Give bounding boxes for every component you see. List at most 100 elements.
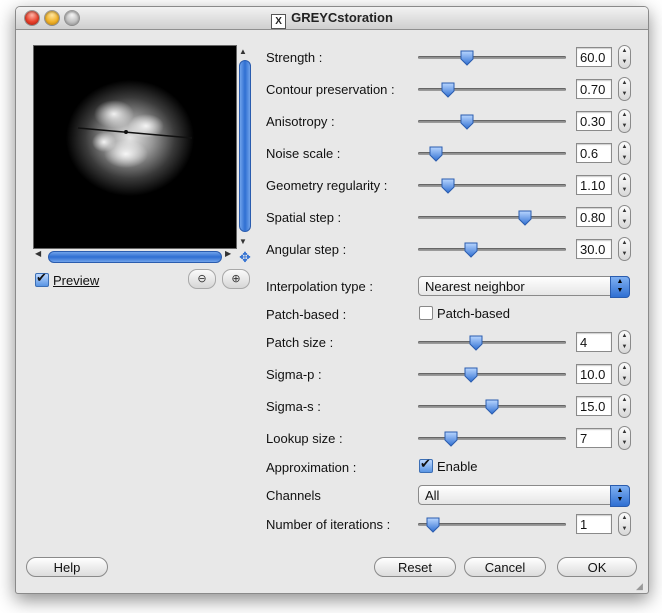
slider-thumb[interactable]	[440, 82, 456, 98]
geometry-slider[interactable]	[418, 177, 566, 195]
anisotropy-value-field[interactable]: 0.30	[576, 111, 612, 131]
noise-scale-value-field[interactable]: 0.6	[576, 143, 612, 163]
strength-stepper[interactable]: ▲ ▼	[618, 45, 631, 69]
slider-thumb[interactable]	[468, 335, 484, 351]
slider-thumb[interactable]	[517, 210, 533, 226]
sigma-p-slider[interactable]	[418, 366, 566, 384]
patch-based-toggle[interactable]: Patch-based	[419, 306, 510, 321]
angular-step-value-field[interactable]: 30.0	[576, 239, 612, 259]
help-button[interactable]: Help	[26, 557, 108, 577]
anisotropy-slider[interactable]	[418, 113, 566, 131]
contour-slider[interactable]	[418, 81, 566, 99]
slider-track[interactable]	[418, 56, 566, 59]
slider-thumb[interactable]	[440, 178, 456, 194]
reset-button[interactable]: Reset	[374, 557, 456, 577]
strength-slider[interactable]	[418, 49, 566, 67]
sigma-s-value-field[interactable]: 15.0	[576, 396, 612, 416]
slider-track[interactable]	[418, 120, 566, 123]
patch-size-slider[interactable]	[418, 334, 566, 352]
sigma-p-value-field[interactable]: 10.0	[576, 364, 612, 384]
approximation-checkbox[interactable]	[419, 456, 433, 473]
iterations-label: Number of iterations :	[266, 517, 391, 532]
preview-checkbox-label: Preview	[53, 273, 100, 288]
scroll-down-arrow-icon[interactable]: ▼	[239, 237, 247, 246]
lookup-size-slider[interactable]	[418, 430, 566, 448]
patch-based-checkbox-label: Patch-based	[437, 306, 510, 321]
iterations-slider[interactable]	[418, 516, 566, 534]
navigate-move-icon[interactable]: ✥	[237, 249, 253, 265]
sigma-p-stepper[interactable]: ▲ ▼	[618, 362, 631, 386]
noise-scale-label: Noise scale :	[266, 146, 341, 161]
spatial-step-value-field[interactable]: 0.80	[576, 207, 612, 227]
channels-select[interactable]: All ▲ ▼	[418, 485, 630, 507]
iterations-value-field[interactable]: 1	[576, 514, 612, 534]
noise-scale-slider[interactable]	[418, 145, 566, 163]
strength-value-field[interactable]: 60.0	[576, 47, 612, 67]
iterations-stepper[interactable]: ▲ ▼	[618, 512, 631, 536]
sigma-s-label: Sigma-s :	[266, 399, 321, 414]
approximation-checkbox-label: Enable	[437, 459, 478, 474]
slider-thumb[interactable]	[463, 242, 479, 258]
slider-track[interactable]	[418, 373, 566, 376]
angular-step-stepper[interactable]: ▲ ▼	[618, 237, 631, 261]
sigma-s-slider[interactable]	[418, 398, 566, 416]
scroll-left-arrow-icon[interactable]: ◀	[35, 249, 41, 258]
preview-vertical-scrollbar[interactable]: ▲ ▼	[237, 45, 251, 249]
contour-value-field[interactable]: 0.70	[576, 79, 612, 99]
lookup-size-value-field[interactable]: 7	[576, 428, 612, 448]
vertical-scroll-thumb[interactable]	[239, 60, 251, 232]
slider-track[interactable]	[418, 216, 566, 219]
slider-track[interactable]	[418, 248, 566, 251]
scroll-right-arrow-icon[interactable]: ▶	[225, 249, 231, 258]
x11-app-icon: X	[271, 14, 287, 29]
title-bar: X GREYCstoration	[16, 7, 648, 30]
preview-checkbox[interactable]	[35, 270, 49, 287]
approximation-toggle[interactable]: Enable	[419, 456, 478, 474]
geometry-stepper[interactable]: ▲ ▼	[618, 173, 631, 197]
geometry-value-field[interactable]: 1.10	[576, 175, 612, 195]
slider-thumb[interactable]	[463, 367, 479, 383]
preview-image[interactable]	[33, 45, 237, 249]
patch-based-checkbox[interactable]	[419, 306, 433, 320]
patch-size-value-field[interactable]: 4	[576, 332, 612, 352]
spatial-step-label: Spatial step :	[266, 210, 342, 225]
slider-track[interactable]	[418, 437, 566, 440]
angular-step-slider[interactable]	[418, 241, 566, 259]
contour-stepper[interactable]: ▲ ▼	[618, 77, 631, 101]
resize-grip-icon[interactable]: ◢	[636, 581, 646, 591]
slider-thumb[interactable]	[459, 50, 475, 66]
contour-label: Contour preservation :	[266, 82, 395, 97]
interpolation-type-label: Interpolation type :	[266, 279, 373, 294]
zoom-out-button[interactable]: ⊖	[188, 269, 216, 289]
sigma-p-label: Sigma-p :	[266, 367, 322, 382]
zoom-in-button[interactable]: ⊕	[222, 269, 250, 289]
preview-horizontal-scrollbar[interactable]: ◀ ▶	[33, 249, 237, 263]
spatial-step-slider[interactable]	[418, 209, 566, 227]
slider-thumb[interactable]	[443, 431, 459, 447]
zoom-in-icon: ⊕	[231, 273, 241, 285]
scroll-up-arrow-icon[interactable]: ▲	[239, 47, 247, 56]
spatial-step-stepper[interactable]: ▲ ▼	[618, 205, 631, 229]
ok-button[interactable]: OK	[557, 557, 637, 577]
zoom-out-icon: ⊖	[197, 273, 207, 285]
horizontal-scroll-thumb[interactable]	[48, 251, 222, 263]
slider-thumb[interactable]	[484, 399, 500, 415]
window-title: GREYCstoration	[291, 10, 393, 25]
lookup-size-stepper[interactable]: ▲ ▼	[618, 426, 631, 450]
preview-toggle[interactable]: Preview	[35, 270, 100, 288]
interpolation-type-select[interactable]: Nearest neighbor ▲ ▼	[418, 276, 630, 298]
geometry-label: Geometry regularity :	[266, 178, 388, 193]
anisotropy-stepper[interactable]: ▲ ▼	[618, 109, 631, 133]
approximation-label: Approximation :	[266, 460, 357, 475]
angular-step-label: Angular step :	[266, 242, 347, 257]
slider-thumb[interactable]	[425, 517, 441, 533]
cancel-button[interactable]: Cancel	[464, 557, 546, 577]
slider-thumb[interactable]	[459, 114, 475, 130]
channels-label: Channels	[266, 488, 321, 503]
slider-thumb[interactable]	[428, 146, 444, 162]
strength-label: Strength :	[266, 50, 323, 65]
slider-track[interactable]	[418, 341, 566, 344]
noise-scale-stepper[interactable]: ▲ ▼	[618, 141, 631, 165]
patch-size-stepper[interactable]: ▲ ▼	[618, 330, 631, 354]
sigma-s-stepper[interactable]: ▲ ▼	[618, 394, 631, 418]
